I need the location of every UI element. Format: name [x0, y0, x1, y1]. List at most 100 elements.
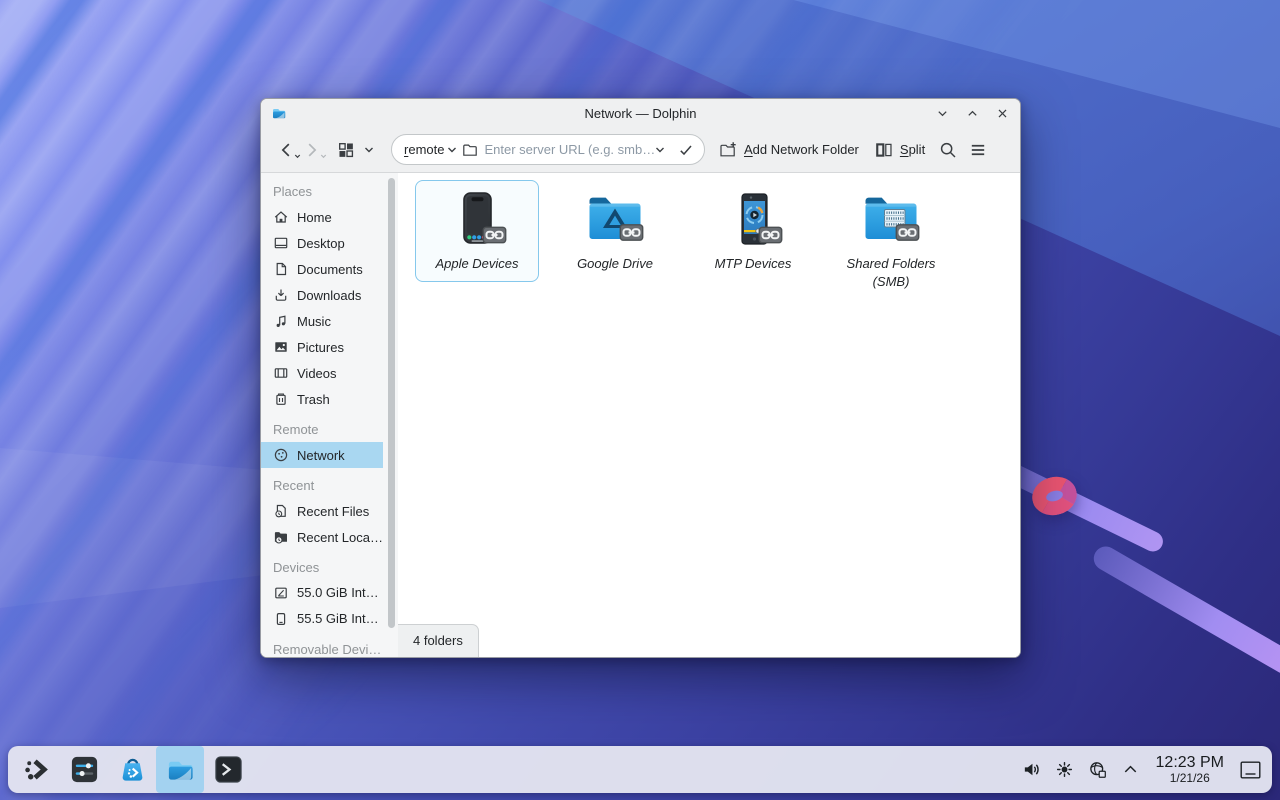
- desktop-icon: [273, 235, 289, 251]
- clock-time: 12:23 PM: [1156, 754, 1224, 772]
- network-globe-icon: [273, 447, 289, 463]
- discover-icon: [117, 754, 148, 785]
- folder-view[interactable]: Apple Devices Google Drive MTP Devices S…: [398, 173, 1020, 657]
- dolphin-icon: [165, 754, 196, 785]
- split-button[interactable]: Split: [875, 141, 925, 159]
- accept-url-icon[interactable]: [678, 142, 694, 158]
- file-clock-icon: [273, 503, 289, 519]
- folder-gdrive-link-icon: [583, 187, 647, 251]
- network-tray-button[interactable]: [1085, 755, 1111, 785]
- folder-clock-icon: [273, 529, 289, 545]
- task-discover[interactable]: [108, 746, 156, 793]
- document-icon: [273, 261, 289, 277]
- close-button[interactable]: [994, 105, 1010, 121]
- back-button[interactable]: [277, 141, 295, 159]
- breadcrumb-chevron-icon[interactable]: [446, 144, 458, 156]
- folder-item-mtp-devices[interactable]: MTP Devices: [691, 180, 815, 282]
- hamburger-menu-button[interactable]: [969, 141, 987, 159]
- status-bar: 4 folders: [398, 624, 479, 657]
- trash-icon: [273, 391, 289, 407]
- sidebar-item-music[interactable]: Music: [261, 308, 383, 334]
- sidebar-item-documents[interactable]: Documents: [261, 256, 383, 282]
- folder-icon: [462, 142, 478, 158]
- places-panel: Places Home Desktop Documents Downloads …: [261, 173, 398, 657]
- brightness-button[interactable]: [1052, 755, 1078, 785]
- folder-server-link-icon: [859, 187, 923, 251]
- smartphone-mtp-link-icon: [721, 187, 785, 251]
- system-settings-icon: [69, 754, 100, 785]
- view-mode-button[interactable]: [337, 141, 355, 159]
- home-icon: [273, 209, 289, 225]
- hamburger-menu-icon: [969, 141, 987, 159]
- removable-devices-section-header: Removable Devi…: [261, 636, 383, 657]
- clock-date: 1/21/26: [1156, 772, 1224, 785]
- sidebar-item-downloads[interactable]: Downloads: [261, 282, 383, 308]
- search-icon: [939, 141, 957, 159]
- hard-drive-icon: [273, 585, 289, 601]
- forward-history-chevron-icon: [319, 152, 328, 161]
- film-icon: [273, 365, 289, 381]
- split-label: Split: [900, 142, 925, 157]
- places-section-header: Places: [261, 178, 383, 204]
- download-icon: [273, 287, 289, 303]
- application-launcher-button[interactable]: [12, 746, 60, 793]
- smartphone-apple-link-icon: [445, 187, 509, 251]
- search-button[interactable]: [939, 141, 957, 159]
- folder-item-apple-devices[interactable]: Apple Devices: [415, 180, 539, 282]
- location-bar[interactable]: remote Enter server URL (e.g. smb…: [391, 134, 705, 165]
- back-history-chevron-icon: [293, 152, 302, 161]
- url-dropdown-chevron-icon[interactable]: [654, 144, 666, 156]
- dolphin-window: Network — Dolphin remote: [260, 98, 1021, 658]
- sidebar-item-pictures[interactable]: Pictures: [261, 334, 383, 360]
- server-url-input[interactable]: Enter server URL (e.g. smb…: [484, 142, 654, 157]
- minimize-button[interactable]: [934, 105, 950, 121]
- sidebar-item-recent-locations[interactable]: Recent Loca…: [261, 524, 383, 550]
- sidebar-item-recent-files[interactable]: Recent Files: [261, 498, 383, 524]
- task-konsole[interactable]: [204, 746, 252, 793]
- sidebar-item-videos[interactable]: Videos: [261, 360, 383, 386]
- forward-button[interactable]: [303, 141, 321, 159]
- sidebar-item-device-1[interactable]: 55.0 GiB Int…: [261, 580, 383, 606]
- sidebar-item-trash[interactable]: Trash: [261, 386, 383, 412]
- remote-section-header: Remote: [261, 416, 383, 442]
- breadcrumb-remote[interactable]: remote: [404, 142, 444, 157]
- window-header: Network — Dolphin remote: [261, 99, 1020, 173]
- volume-icon: [1022, 760, 1041, 779]
- task-system-settings[interactable]: [60, 746, 108, 793]
- taskbar-panel: 12:23 PM 1/21/26: [8, 746, 1272, 793]
- devices-section-header: Devices: [261, 554, 383, 580]
- volume-button[interactable]: [1019, 755, 1045, 785]
- system-tray: [1019, 755, 1144, 785]
- expand-tray-button[interactable]: [1118, 755, 1144, 785]
- network-globe-icon: [1088, 760, 1107, 779]
- folder-item-shared-folders-smb[interactable]: Shared Folders (SMB): [829, 180, 953, 299]
- view-grid-icon: [337, 141, 355, 159]
- chevron-up-icon: [1121, 760, 1140, 779]
- sidebar-scrollbar[interactable]: [388, 178, 395, 628]
- maximize-button[interactable]: [964, 105, 980, 121]
- task-dolphin-active[interactable]: [156, 746, 204, 793]
- music-note-icon: [273, 313, 289, 329]
- picture-icon: [273, 339, 289, 355]
- show-desktop-icon: [1240, 761, 1261, 779]
- sidebar-item-network[interactable]: Network: [261, 442, 383, 468]
- sidebar-item-device-2[interactable]: 55.5 GiB Int…: [261, 606, 383, 632]
- application-launcher-icon: [21, 754, 52, 785]
- main-toolbar: remote Enter server URL (e.g. smb… Add N…: [261, 127, 1020, 172]
- titlebar[interactable]: Network — Dolphin: [261, 99, 1020, 127]
- view-mode-chevron-icon[interactable]: [363, 144, 375, 156]
- add-network-folder-label: Add Network Folder: [744, 142, 859, 157]
- brightness-icon: [1055, 760, 1074, 779]
- digital-clock[interactable]: 12:23 PM 1/21/26: [1152, 754, 1228, 785]
- window-title: Network — Dolphin: [261, 106, 1020, 121]
- folder-item-google-drive[interactable]: Google Drive: [553, 180, 677, 282]
- recent-section-header: Recent: [261, 472, 383, 498]
- sidebar-item-desktop[interactable]: Desktop: [261, 230, 383, 256]
- add-network-folder-icon: [719, 141, 737, 159]
- sidebar-item-home[interactable]: Home: [261, 204, 383, 230]
- split-view-icon: [875, 141, 893, 159]
- hard-drive-icon: [273, 611, 289, 627]
- add-network-folder-button[interactable]: Add Network Folder: [719, 141, 859, 159]
- konsole-icon: [213, 754, 244, 785]
- show-desktop-button[interactable]: [1236, 755, 1264, 785]
